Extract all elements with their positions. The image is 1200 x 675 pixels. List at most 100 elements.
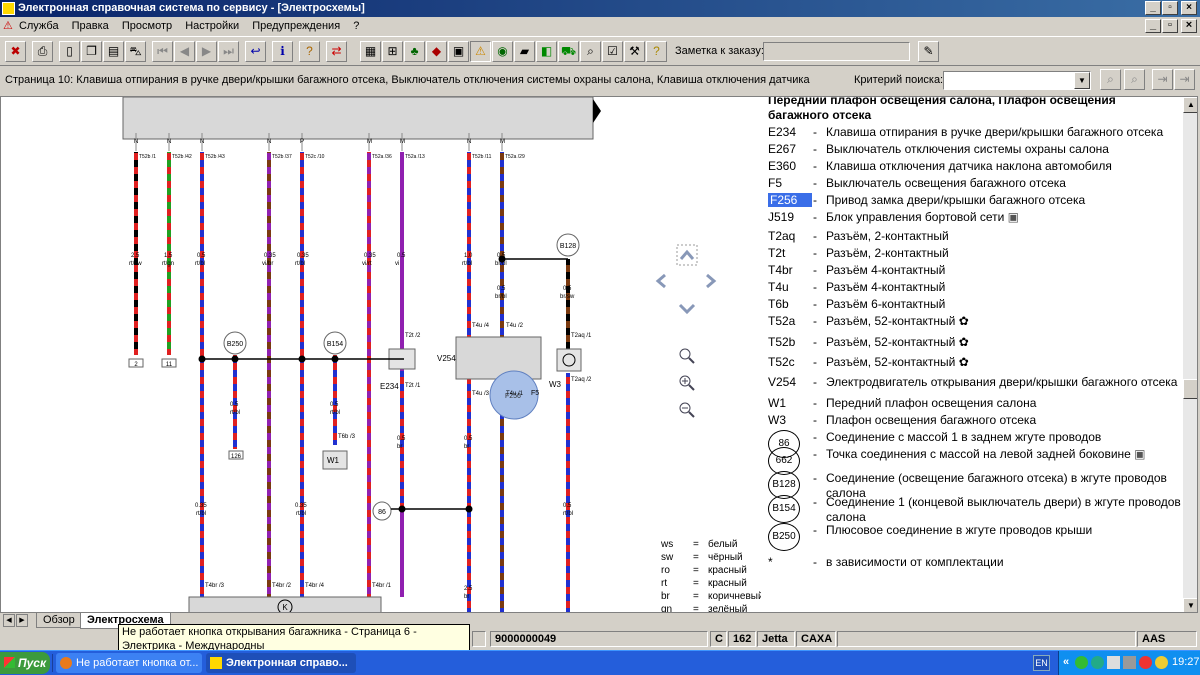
doc-restore-button[interactable]: ▫	[1162, 19, 1178, 33]
start-button[interactable]: Пуск	[0, 652, 50, 674]
warnings-icon[interactable]: ⚠	[470, 41, 491, 62]
legend-scrollbar[interactable]: ▲ ▼	[1183, 97, 1197, 612]
menu-view[interactable]: Просмотр	[122, 20, 172, 32]
minimize-button[interactable]: _	[1145, 1, 1161, 15]
connector-photo-icon[interactable]: ✿	[955, 314, 969, 328]
color-eq: =	[693, 552, 699, 563]
zoom-in-icon[interactable]	[679, 375, 695, 391]
calculator-icon[interactable]: ▦	[360, 41, 381, 62]
tray-antivirus-icon[interactable]	[1139, 656, 1152, 669]
menu-help[interactable]: ?	[353, 20, 359, 32]
legend-description: Разъём 6-контактный	[826, 297, 946, 311]
tab-scroll-left-icon[interactable]: ◀	[3, 614, 15, 627]
tray-skype-icon[interactable]	[1091, 656, 1104, 669]
tray-network-icon[interactable]	[1107, 656, 1120, 669]
chevron-down-icon[interactable]: ▼	[1074, 72, 1090, 89]
t4br2-label: T4br /2	[272, 583, 292, 589]
order-note-edit-icon[interactable]: ✎	[918, 41, 939, 62]
document-icon[interactable]: ▤	[103, 41, 124, 62]
task-elsa[interactable]: Электронная справо...	[206, 653, 356, 673]
menu-warnings[interactable]: Предупреждения	[252, 20, 340, 32]
help-icon[interactable]: ?	[299, 41, 320, 62]
legend-dash: -	[813, 297, 817, 311]
legend-description: Клавиша отпирания в ручке двери/крышки б…	[826, 125, 1164, 139]
doc-close-button[interactable]: ×	[1181, 19, 1197, 33]
pan-down-icon[interactable]	[678, 303, 696, 315]
connector-photo-icon[interactable]: ✿	[955, 355, 969, 369]
export-all-icon[interactable]: ⇥	[1174, 69, 1195, 90]
doc-minimize-button[interactable]: _	[1145, 19, 1161, 33]
info-icon[interactable]: ℹ	[272, 41, 293, 62]
search-criteria-select[interactable]: ▼	[943, 71, 1091, 90]
wire-connector: T52a /13	[405, 154, 425, 160]
menu-edit[interactable]: Правка	[72, 20, 109, 32]
legend-dash: -	[813, 430, 817, 444]
zoom-out-icon[interactable]	[679, 402, 695, 418]
wire-pin: N	[267, 139, 271, 145]
wire-pin: N	[134, 139, 138, 145]
checklist-icon[interactable]: ☑	[602, 41, 623, 62]
first-page-icon[interactable]: ⏮	[152, 41, 173, 62]
tray-expand-icon[interactable]: «	[1063, 656, 1069, 668]
next-page-icon[interactable]: ▶	[196, 41, 217, 62]
menu-service[interactable]: Служба	[19, 20, 59, 32]
tray-printer-icon[interactable]	[1123, 656, 1136, 669]
car-icon[interactable]: ⛍	[125, 41, 146, 62]
notes-icon[interactable]: ▣	[448, 41, 469, 62]
scroll-up-icon[interactable]: ▲	[1183, 97, 1197, 113]
new-doc-icon[interactable]: ▯	[59, 41, 80, 62]
pan-right-icon[interactable]	[706, 273, 717, 289]
t4u1-label: T4u /1	[506, 391, 524, 397]
disk-icon[interactable]: ▰	[514, 41, 535, 62]
close-button[interactable]: ×	[1181, 1, 1197, 15]
legend-dash: -	[813, 335, 817, 349]
green-book-icon[interactable]: ◧	[536, 41, 557, 62]
print-icon[interactable]: ⎙	[32, 41, 53, 62]
table-icon[interactable]: ⊞	[382, 41, 403, 62]
collapse-arrow-icon[interactable]	[593, 99, 601, 123]
legend-code: T4br	[768, 263, 793, 277]
tray-app-icon[interactable]	[1155, 656, 1168, 669]
tray-update-icon[interactable]	[1075, 656, 1088, 669]
maximize-button[interactable]: ▫	[1162, 1, 1178, 15]
pan-up-button[interactable]	[676, 244, 698, 266]
search-next-icon[interactable]: ⌕	[1124, 69, 1145, 90]
exit-icon[interactable]: ✖	[5, 41, 26, 62]
export-icon[interactable]: ⇥	[1152, 69, 1173, 90]
w3-lamp	[556, 348, 582, 372]
book-icon[interactable]: ◆	[426, 41, 447, 62]
e7-gauge: 0.5	[563, 503, 572, 509]
search-icon[interactable]: ⌕	[1100, 69, 1121, 90]
task-elsa-label: Электронная справо...	[226, 657, 348, 669]
swap-icon[interactable]: ⇄	[326, 41, 347, 62]
wrench-icon[interactable]: ⚒	[624, 41, 645, 62]
scroll-down-icon[interactable]: ▼	[1183, 598, 1197, 612]
task-browser[interactable]: Не работает кнопка от...	[56, 653, 202, 673]
pan-left-icon[interactable]	[655, 273, 666, 289]
legend-dash: -	[813, 159, 817, 173]
legend-description: Плафон освещения багажного отсека	[826, 413, 1037, 427]
vehicle-icon[interactable]: ⛟	[558, 41, 579, 62]
jump-icon[interactable]: ↩	[245, 41, 266, 62]
legend-description: Разъём, 52-контактный ✿	[826, 314, 969, 328]
globe-icon[interactable]: ◉	[492, 41, 513, 62]
order-note-input[interactable]	[763, 42, 910, 61]
last-page-icon[interactable]: ⏭	[218, 41, 239, 62]
copy-icon[interactable]: ❐	[81, 41, 102, 62]
language-indicator[interactable]: EN	[1033, 655, 1050, 671]
zoom-icon[interactable]	[679, 348, 695, 364]
e5-color: rt/bl	[196, 511, 206, 517]
prev-page-icon[interactable]: ◀	[174, 41, 195, 62]
tree-icon[interactable]: ♣	[404, 41, 425, 62]
menu-settings[interactable]: Настройки	[185, 20, 239, 32]
camera-icon[interactable]: ▣	[1131, 447, 1145, 461]
question-doc-icon[interactable]: ?	[646, 41, 667, 62]
find-icon[interactable]: ⌕	[580, 41, 601, 62]
connector-photo-icon[interactable]: ✿	[955, 335, 969, 349]
legend-code: F5	[768, 176, 783, 190]
tab-overview[interactable]: Обзор	[36, 613, 82, 628]
camera-icon[interactable]: ▣	[1004, 210, 1019, 224]
tab-scroll-right-icon[interactable]: ▶	[16, 614, 28, 627]
wire-color: vi	[395, 261, 399, 267]
scroll-thumb[interactable]	[1183, 379, 1197, 399]
